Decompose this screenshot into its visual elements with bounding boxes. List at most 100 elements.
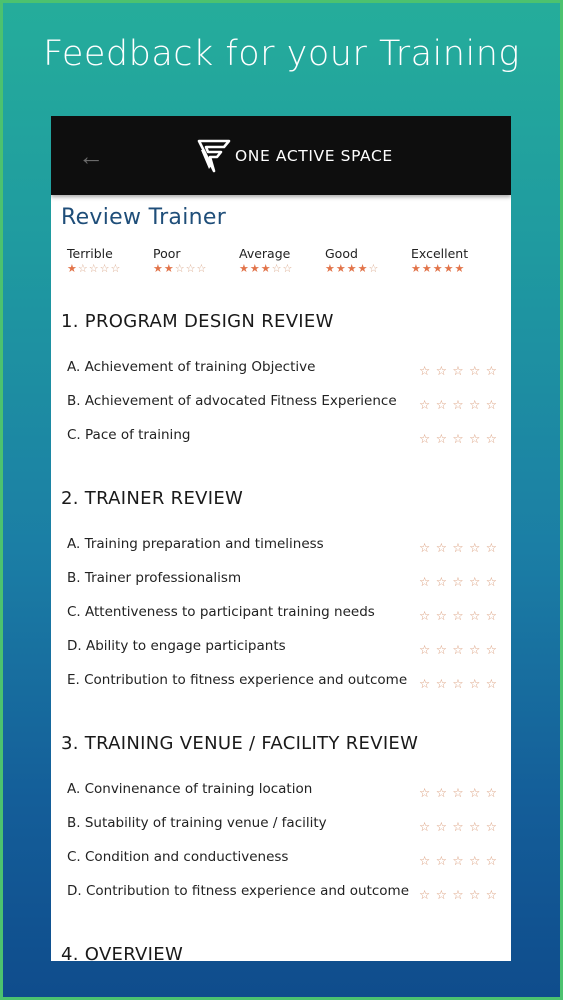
star-outline-icon[interactable]: ☆ [436,644,447,657]
star-outline-icon[interactable]: ☆ [452,678,463,691]
star-outline-icon[interactable]: ☆ [436,542,447,555]
star-outline-icon[interactable]: ☆ [469,576,480,589]
star-outline-icon[interactable]: ☆ [486,365,497,378]
star-outline-icon[interactable]: ☆ [469,787,480,800]
star-outline-icon[interactable]: ☆ [486,855,497,868]
star-outline-icon[interactable]: ☆ [452,889,463,902]
star-outline-icon[interactable]: ☆ [469,678,480,691]
star-outline-icon[interactable]: ☆ [452,399,463,412]
legend-label: Average [239,246,291,261]
star-rating-input[interactable]: ☆ ☆ ☆ ☆ ☆ [419,391,497,412]
star-outline-icon[interactable]: ☆ [486,787,497,800]
star-outline-icon[interactable]: ☆ [436,433,447,446]
star-outline-icon[interactable]: ☆ [419,678,430,691]
star-outline-icon: ☆ [77,263,89,275]
star-outline-icon[interactable]: ☆ [452,576,463,589]
section-title: 4. OVERVIEW [61,944,184,961]
review-sections: 1. PROGRAM DESIGN REVIEW A. Achievement o… [61,311,497,961]
star-outline-icon[interactable]: ☆ [452,542,463,555]
star-outline-icon[interactable]: ☆ [436,399,447,412]
star-outline-icon[interactable]: ☆ [419,855,430,868]
star-outline-icon[interactable]: ☆ [436,855,447,868]
star-outline-icon[interactable]: ☆ [452,644,463,657]
star-outline-icon[interactable]: ☆ [469,889,480,902]
star-rating-input[interactable]: ☆ ☆ ☆ ☆ ☆ [419,847,497,868]
star-rating-input[interactable]: ☆ ☆ ☆ ☆ ☆ [419,357,497,378]
star-rating-input[interactable]: ☆ ☆ ☆ ☆ ☆ [419,670,497,691]
review-item-label: B. Trainer professionalism [67,570,242,586]
star-outline-icon[interactable]: ☆ [486,399,497,412]
star-outline-icon[interactable]: ☆ [469,644,480,657]
review-item-label: E. Contribution to fitness experience an… [67,672,408,688]
star-outline-icon[interactable]: ☆ [419,787,430,800]
star-outline-icon[interactable]: ☆ [469,399,480,412]
star-outline-icon[interactable]: ☆ [469,433,480,446]
star-outline-icon[interactable]: ☆ [436,821,447,834]
review-item-label: D. Contribution to fitness experience an… [67,883,410,899]
star-outline-icon[interactable]: ☆ [469,542,480,555]
star-outline-icon[interactable]: ☆ [486,610,497,623]
star-outline-icon: ☆ [368,263,380,275]
star-outline-icon[interactable]: ☆ [452,821,463,834]
review-item-label: C. Pace of training [67,427,191,443]
star-outline-icon[interactable]: ☆ [419,644,430,657]
star-filled-icon: ★ [325,263,336,275]
star-outline-icon[interactable]: ☆ [452,433,463,446]
star-outline-icon[interactable]: ☆ [419,889,430,902]
star-outline-icon[interactable]: ☆ [419,542,430,555]
star-outline-icon[interactable]: ☆ [452,365,463,378]
star-rating-input[interactable]: ☆ ☆ ☆ ☆ ☆ [419,636,497,657]
star-outline-icon[interactable]: ☆ [419,399,430,412]
star-outline-icon[interactable]: ☆ [436,576,447,589]
star-outline-icon[interactable]: ☆ [486,678,497,691]
star-outline-icon: ☆ [99,263,111,275]
arrow-left-icon: ← [78,141,104,171]
star-outline-icon[interactable]: ☆ [486,644,497,657]
star-outline-icon[interactable]: ☆ [469,610,480,623]
star-outline-icon[interactable]: ☆ [419,576,430,589]
star-rating-input[interactable]: ☆ ☆ ☆ ☆ ☆ [419,568,497,589]
star-rating-input[interactable]: ☆ ☆ ☆ ☆ ☆ [419,881,497,902]
star-filled-icon: ★ [153,263,164,275]
star-rating-input[interactable]: ☆ ☆ ☆ ☆ ☆ [419,779,497,800]
star-outline-icon[interactable]: ☆ [436,678,447,691]
star-outline-icon[interactable]: ☆ [486,542,497,555]
section-items: A. Training preparation and timeliness ☆ ☆… [61,527,497,697]
star-outline-icon[interactable]: ☆ [419,365,430,378]
star-outline-icon[interactable]: ☆ [436,787,447,800]
legend-item-average: Average ★★★☆☆ [239,246,325,275]
review-item-label: D. Ability to engage participants [67,638,286,654]
legend-label: Terrible [67,246,113,261]
review-item: B. Trainer professionalism ☆ ☆ ☆ ☆ ☆ [61,561,497,595]
star-outline-icon[interactable]: ☆ [486,433,497,446]
star-outline-icon[interactable]: ☆ [486,576,497,589]
star-filled-icon: ★ [443,263,455,275]
star-outline-icon[interactable]: ☆ [419,821,430,834]
star-outline-icon[interactable]: ☆ [469,821,480,834]
review-item-label: C. Condition and conductiveness [67,849,289,865]
star-outline-icon[interactable]: ☆ [469,365,480,378]
star-rating-input[interactable]: ☆ ☆ ☆ ☆ ☆ [419,534,497,555]
star-outline-icon[interactable]: ☆ [419,610,430,623]
back-button[interactable]: ← [77,142,105,170]
star-outline-icon[interactable]: ☆ [486,889,497,902]
brand-name: ONE ACTIVE SPACE [235,147,393,165]
star-outline-icon: ☆ [271,263,283,275]
star-rating-input[interactable]: ☆ ☆ ☆ ☆ ☆ [419,602,497,623]
review-item: A. Achievement of training Objective ☆ ☆ ☆ ☆… [61,350,497,384]
promo-headline: Feedback for your Training [43,34,520,74]
star-rating-input[interactable]: ☆ ☆ ☆ ☆ ☆ [419,813,497,834]
star-outline-icon[interactable]: ☆ [452,855,463,868]
page-title: Review Trainer [61,205,227,230]
star-outline-icon[interactable]: ☆ [452,610,463,623]
star-outline-icon[interactable]: ☆ [486,821,497,834]
star-outline-icon[interactable]: ☆ [419,433,430,446]
star-outline-icon[interactable]: ☆ [436,365,447,378]
star-outline-icon[interactable]: ☆ [436,889,447,902]
review-content: Review Trainer Terrible ★☆☆☆☆ Poor ★★☆☆☆ Ave… [51,205,511,961]
star-rating-input[interactable]: ☆ ☆ ☆ ☆ ☆ [419,425,497,446]
star-outline-icon[interactable]: ☆ [452,787,463,800]
review-item: E. Contribution to fitness experience an… [61,663,497,697]
star-outline-icon[interactable]: ☆ [436,610,447,623]
star-outline-icon[interactable]: ☆ [469,855,480,868]
